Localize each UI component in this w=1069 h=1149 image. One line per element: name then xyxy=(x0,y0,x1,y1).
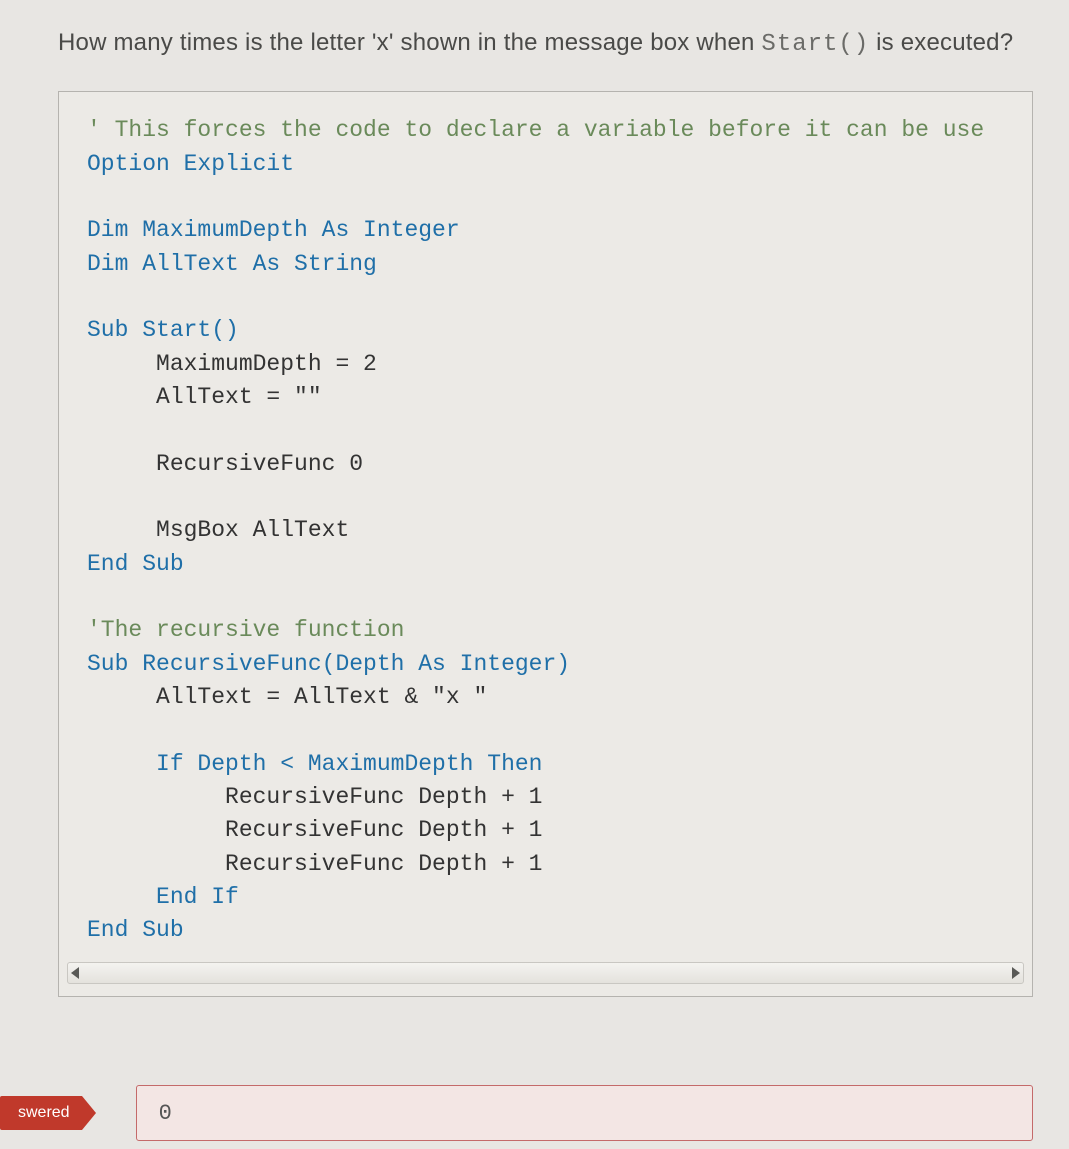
question-prefix: How many times is the letter 'x' shown i… xyxy=(58,29,761,56)
code-line xyxy=(87,714,1014,747)
code-line: Dim MaximumDepth As Integer xyxy=(87,214,1014,247)
question-text: How many times is the letter 'x' shown i… xyxy=(58,24,1033,63)
code-line: AllText = AllText & "x " xyxy=(87,681,1014,714)
code-line: MaximumDepth = 2 xyxy=(87,348,1014,381)
code-line: End Sub xyxy=(87,548,1014,581)
code-line xyxy=(87,414,1014,447)
code-line: ' This forces the code to declare a vari… xyxy=(87,114,1014,147)
code-line: MsgBox AllText xyxy=(87,514,1014,547)
code-line xyxy=(87,281,1014,314)
code-line: If Depth < MaximumDepth Then xyxy=(87,748,1014,781)
question-suffix: is executed? xyxy=(869,29,1013,56)
question-page: How many times is the letter 'x' shown i… xyxy=(0,0,1069,997)
code-frame: ' This forces the code to declare a vari… xyxy=(58,91,1033,997)
answer-box[interactable] xyxy=(136,1085,1033,1141)
code-line: RecursiveFunc Depth + 1 xyxy=(87,848,1014,881)
code-line: 'The recursive function xyxy=(87,614,1014,647)
code-line: RecursiveFunc Depth + 1 xyxy=(87,781,1014,814)
code-line: AllText = "" xyxy=(87,381,1014,414)
code-line: Sub RecursiveFunc(Depth As Integer) xyxy=(87,648,1014,681)
code-line: RecursiveFunc Depth + 1 xyxy=(87,814,1014,847)
answer-input[interactable] xyxy=(159,1101,1010,1126)
answered-flag: swered xyxy=(0,1096,82,1130)
code-line xyxy=(87,481,1014,514)
horizontal-scrollbar[interactable] xyxy=(67,962,1024,984)
code-line xyxy=(87,181,1014,214)
code-line: Sub Start() xyxy=(87,314,1014,347)
code-line: Option Explicit xyxy=(87,148,1014,181)
scroll-right-icon[interactable] xyxy=(1012,967,1020,979)
answered-flag-label: swered xyxy=(18,1104,70,1122)
code-line: End Sub xyxy=(87,914,1014,947)
answer-row: swered xyxy=(0,1085,1033,1141)
scroll-left-icon[interactable] xyxy=(71,967,79,979)
question-inline-code: Start() xyxy=(761,31,869,58)
code-block: ' This forces the code to declare a vari… xyxy=(59,114,1032,962)
code-line xyxy=(87,581,1014,614)
code-line: End If xyxy=(87,881,1014,914)
code-line: Dim AllText As String xyxy=(87,248,1014,281)
code-line: RecursiveFunc 0 xyxy=(87,448,1014,481)
